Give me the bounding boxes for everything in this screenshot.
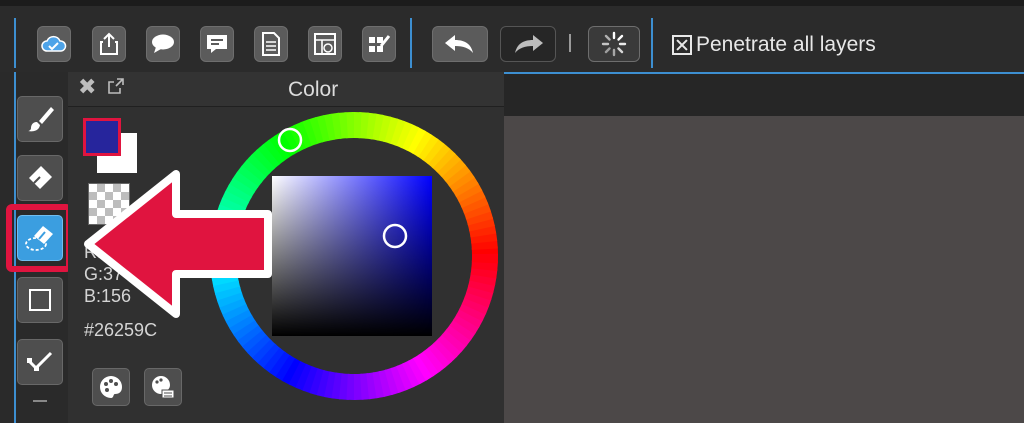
- palette-icon: [100, 376, 122, 398]
- cloud-sync-button[interactable]: [37, 26, 71, 62]
- redo-button[interactable]: [500, 26, 556, 62]
- edit-list-button[interactable]: [362, 26, 396, 62]
- comment-icon: [207, 35, 227, 53]
- penetrate-checkbox[interactable]: [672, 35, 692, 55]
- color-panel-header: ✖ Color: [68, 72, 504, 107]
- canvas-header-edge: [504, 72, 1024, 74]
- vector-tool[interactable]: [17, 339, 63, 385]
- vector-icon: [27, 351, 53, 371]
- toolbar-left-edge: [14, 18, 16, 68]
- rectangle-icon: [29, 289, 51, 311]
- toolbar-divider: [410, 18, 412, 68]
- eraser-icon: [29, 166, 52, 189]
- edit-list-icon: [369, 35, 391, 52]
- canvas-header: [504, 72, 1024, 116]
- share-icon: [100, 32, 118, 55]
- timeline-icon: [314, 33, 336, 55]
- share-button[interactable]: [92, 26, 126, 62]
- comment-button[interactable]: [200, 26, 234, 62]
- brush-icon: [28, 107, 54, 132]
- top-toolbar: Penetrate all layers: [0, 0, 1024, 72]
- popout-icon[interactable]: [108, 78, 124, 94]
- brush-tool[interactable]: [17, 96, 63, 142]
- palette-button[interactable]: [92, 368, 130, 406]
- canvas-area[interactable]: [504, 116, 1024, 423]
- saturation-value-shade: [272, 176, 432, 336]
- cloud-check-icon: [41, 35, 67, 52]
- penetrate-label: Penetrate all layers: [696, 33, 876, 56]
- hex-value: #26259C: [84, 320, 158, 340]
- tool-highlight-box: [6, 204, 72, 272]
- panel-title: Color: [288, 78, 339, 101]
- speech-bubble-icon: [152, 34, 174, 53]
- foreground-color-swatch[interactable]: [83, 118, 121, 156]
- palette-settings-icon: [152, 376, 175, 399]
- spinner-icon: [601, 31, 627, 57]
- toolbar-top-strip: [0, 0, 1024, 6]
- penetrate-all-layers-option[interactable]: Penetrate all layers: [672, 30, 876, 60]
- close-icon[interactable]: ✖: [78, 74, 96, 100]
- redo-icon: [515, 35, 543, 53]
- document-icon: [262, 32, 280, 56]
- toolbar-divider: [651, 18, 653, 68]
- arrow-left-icon: [84, 170, 272, 318]
- undo-button[interactable]: [432, 26, 488, 62]
- eraser-tool[interactable]: [17, 155, 63, 201]
- rectangle-tool[interactable]: [17, 277, 63, 323]
- toolbar-separator: [569, 34, 571, 52]
- timeline-button[interactable]: [308, 26, 342, 62]
- document-button[interactable]: [254, 26, 288, 62]
- palette-settings-button[interactable]: [144, 368, 182, 406]
- loading-button[interactable]: [588, 26, 640, 62]
- speech-bubble-button[interactable]: [146, 26, 180, 62]
- tool-strip-divider: [33, 400, 47, 402]
- annotation-arrow: [84, 170, 272, 318]
- undo-icon: [445, 35, 473, 53]
